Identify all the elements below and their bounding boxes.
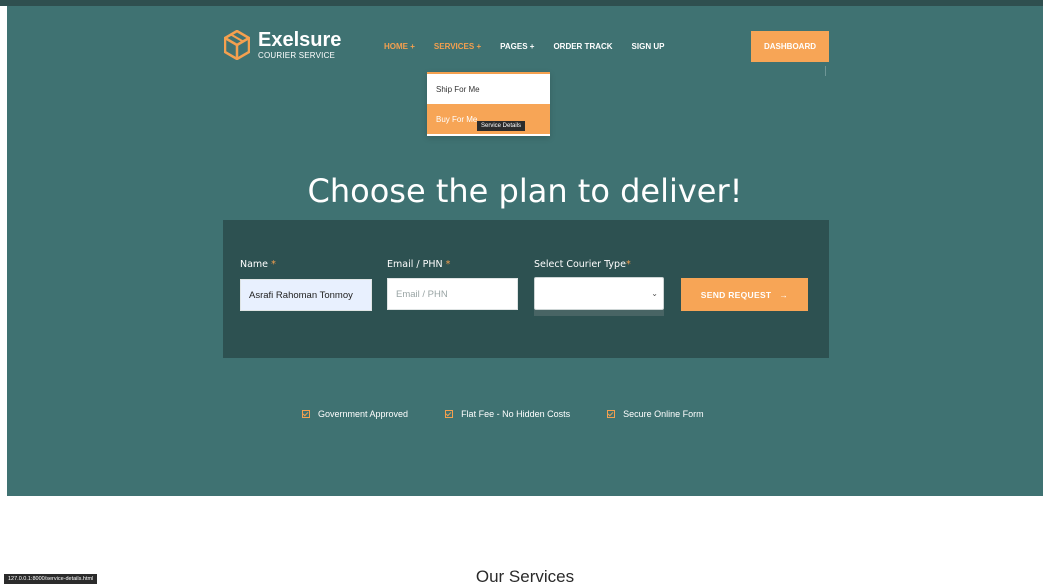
courier-type-select[interactable]: ⌄ xyxy=(534,277,664,310)
feature-text: Government Approved xyxy=(318,409,409,419)
feature-item: Flat Fee - No Hidden Costs xyxy=(445,409,570,419)
dashboard-button[interactable]: DASHBOARD xyxy=(751,31,829,62)
brand-tagline: COURIER SERVICE xyxy=(258,51,336,60)
email-label-text: Email / PHN xyxy=(387,259,443,270)
dropdown-item-ship-for-me[interactable]: Ship For Me xyxy=(427,74,550,104)
brand-logo[interactable]: Exelsure COURIER SERVICE xyxy=(224,30,341,60)
check-icon xyxy=(302,410,310,418)
nav-sign-up[interactable]: SIGN UP xyxy=(632,42,665,51)
feature-text: Secure Online Form xyxy=(623,409,704,419)
check-icon xyxy=(607,410,616,418)
status-bar-url: 127.0.0.1:8000/service-details.html xyxy=(4,574,98,584)
nav-home[interactable]: HOME + xyxy=(384,42,415,51)
check-icon xyxy=(445,410,454,418)
required-mark: * xyxy=(271,259,276,270)
nav-order-track[interactable]: ORDER TRACK xyxy=(553,42,612,51)
feature-text: Flat Fee - No Hidden Costs xyxy=(461,409,571,419)
divider xyxy=(825,66,826,76)
required-mark: * xyxy=(625,259,631,270)
arrow-right-icon: → xyxy=(779,289,789,300)
feature-item: Government Approved xyxy=(302,409,408,419)
brand-name: Exelsure xyxy=(258,29,342,51)
name-input[interactable]: Asrafi Rahoman Tonmoy xyxy=(240,279,372,311)
nav-services[interactable]: SERVICES + xyxy=(434,42,481,51)
nav-pages[interactable]: PAGES + xyxy=(500,42,534,51)
feature-list: Government Approved Flat Fee - No Hidden… xyxy=(302,409,704,419)
chevron-down-icon: ⌄ xyxy=(651,289,658,298)
main-nav: HOME + SERVICES + PAGES + ORDER TRACK SI… xyxy=(384,42,683,51)
courier-type-label-text: Select Courier Type xyxy=(534,259,626,270)
section-title: Our Services xyxy=(475,567,575,586)
select-dropdown-shadow xyxy=(534,310,664,316)
name-label-text: Name xyxy=(240,259,269,270)
send-request-button[interactable]: SEND REQUEST → xyxy=(681,278,808,311)
required-mark: * xyxy=(445,259,451,270)
send-request-label: SEND REQUEST xyxy=(700,289,772,300)
email-label: Email / PHN * xyxy=(387,259,450,270)
feature-item: Secure Online Form xyxy=(607,409,704,419)
name-label: Name * xyxy=(240,259,276,270)
email-input[interactable]: Email / PHN xyxy=(387,278,518,310)
courier-type-label: Select Courier Type* xyxy=(534,259,631,270)
tooltip: Service Details xyxy=(477,121,526,131)
hero-title: Choose the plan to deliver! xyxy=(307,172,743,210)
box-logo-icon xyxy=(224,30,250,60)
